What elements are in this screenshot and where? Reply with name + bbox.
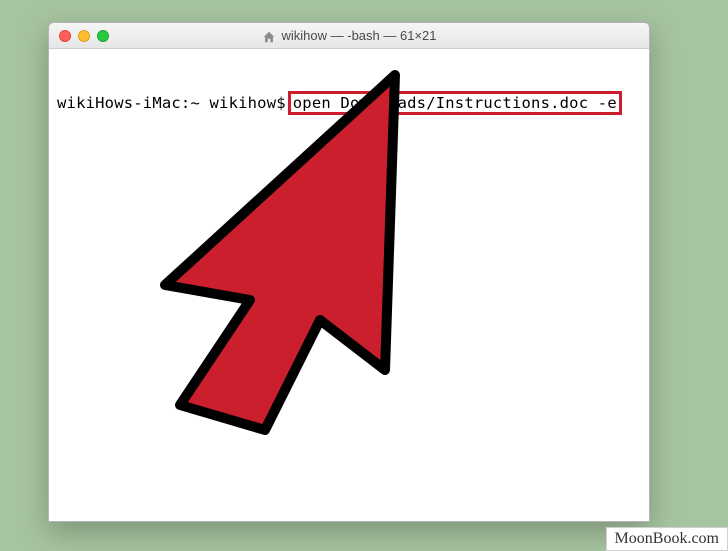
watermark-text: MoonBook.com (615, 530, 719, 547)
window-title-wrap: wikihow — -bash — 61×21 (49, 28, 649, 43)
traffic-lights (49, 30, 109, 42)
prompt-line: wikiHows-iMac:~ wikihow$ open Downloads/… (57, 91, 641, 115)
watermark: MoonBook.com (606, 527, 728, 551)
terminal-command: open Downloads/Instructions.doc -e (293, 94, 617, 112)
minimize-icon[interactable] (78, 30, 90, 42)
command-highlight: open Downloads/Instructions.doc -e (288, 91, 622, 115)
terminal-prompt: wikiHows-iMac:~ wikihow$ (57, 94, 286, 112)
titlebar[interactable]: wikihow — -bash — 61×21 (49, 23, 649, 49)
terminal-window: wikihow — -bash — 61×21 wikiHows-iMac:~ … (48, 22, 650, 522)
home-icon (262, 29, 276, 43)
close-icon[interactable] (59, 30, 71, 42)
window-title: wikihow — -bash — 61×21 (282, 28, 437, 43)
zoom-icon[interactable] (97, 30, 109, 42)
terminal-body[interactable]: wikiHows-iMac:~ wikihow$ open Downloads/… (49, 49, 649, 157)
